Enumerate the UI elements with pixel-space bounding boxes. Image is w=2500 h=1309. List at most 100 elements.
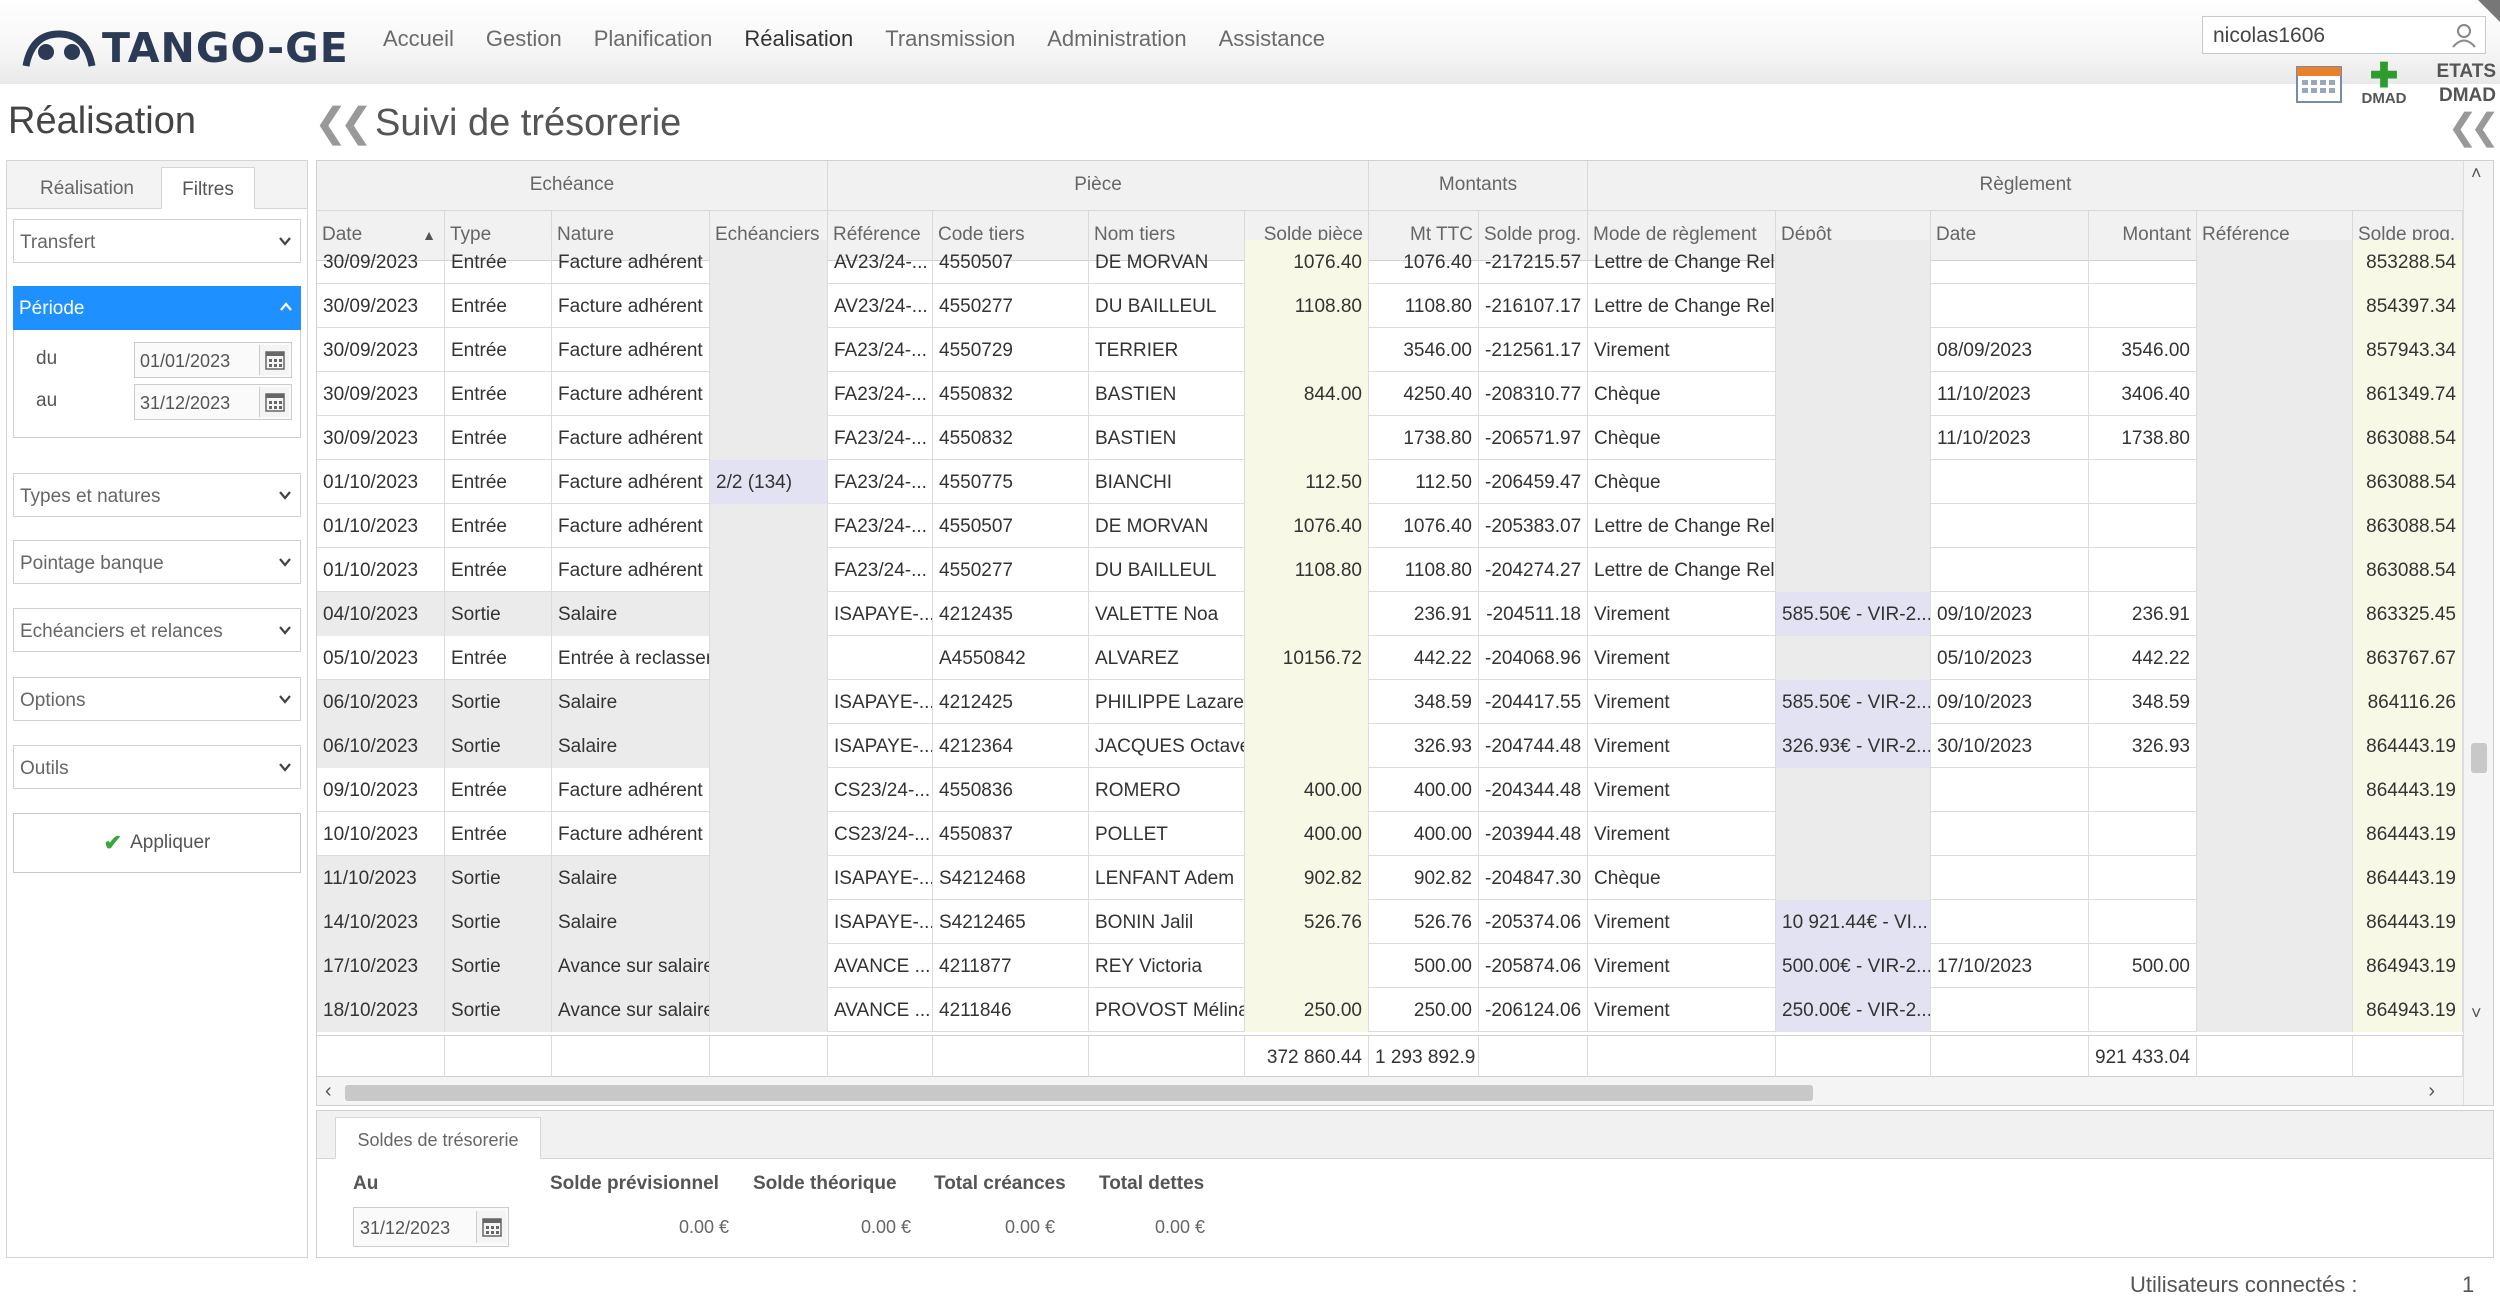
- tab-soldes-tresorerie[interactable]: Soldes de trésorerie: [335, 1117, 541, 1159]
- table-row[interactable]: 05/10/2023 Entrée Entrée à reclasser A45508…: [317, 636, 2463, 680]
- table-row[interactable]: 01/10/2023 Entrée Facture adhérent FA23/24-…: [317, 504, 2463, 548]
- cell-mt-ttc: 326.93: [1369, 724, 1479, 768]
- apply-label: Appliquer: [130, 832, 211, 853]
- menu-transmission[interactable]: Transmission: [885, 26, 1015, 52]
- cell-reference: ISAPAYE-...: [828, 592, 933, 636]
- add-dmad-button[interactable]: ✚ DMAD: [2356, 59, 2412, 107]
- collapse-sidebar-icon[interactable]: ❮❮: [314, 100, 373, 146]
- chevron-down-icon: [279, 695, 291, 704]
- date-from-input[interactable]: 01/01/2023: [134, 342, 292, 378]
- vertical-scrollbar[interactable]: ˄ ˅: [2463, 161, 2493, 1105]
- vertical-scroll-thumb[interactable]: [2471, 743, 2487, 773]
- calendar-picker-icon[interactable]: [476, 1211, 506, 1243]
- cell-reference-reglement: [2197, 944, 2353, 988]
- apply-button[interactable]: ✔ Appliquer: [13, 813, 301, 873]
- total-creances-value: 0.00 €: [1004, 1217, 1055, 1237]
- user-icon[interactable]: [2451, 22, 2477, 48]
- table-row[interactable]: 30/09/2023 Entrée Facture adhérent FA23/24-…: [317, 372, 2463, 416]
- menu-administration[interactable]: Administration: [1047, 26, 1186, 52]
- table-row[interactable]: 30/09/2023 Entrée Facture adhérent AV23/24-…: [317, 284, 2463, 328]
- cell-mt-ttc: 4250.40: [1369, 372, 1479, 416]
- scroll-up-icon[interactable]: ˄: [2471, 163, 2482, 184]
- transfer-select[interactable]: Transfert: [13, 219, 301, 263]
- table-row[interactable]: 30/09/2023 Entrée Facture adhérent FA23/24-…: [317, 328, 2463, 372]
- cell-date: 17/10/2023: [317, 944, 445, 988]
- cell-date-reglement: [1931, 240, 2089, 284]
- table-row[interactable]: 06/10/2023 Sortie Salaire ISAPAYE-... 421236…: [317, 724, 2463, 768]
- group-montants: Montants: [1369, 161, 1588, 211]
- etats-dmad-button[interactable]: ETATS DMAD: [2416, 60, 2496, 108]
- cell-montant: [2089, 504, 2197, 548]
- table-row[interactable]: 14/10/2023 Sortie Salaire ISAPAYE-... S42124…: [317, 900, 2463, 944]
- menu-assistance[interactable]: Assistance: [1219, 26, 1325, 52]
- cell-solde-prog: -206124.06: [1479, 988, 1588, 1032]
- cell-montant: 1738.80: [2089, 416, 2197, 460]
- connected-users-count: 1: [2462, 1272, 2475, 1297]
- menu-accueil[interactable]: Accueil: [383, 26, 454, 52]
- menu-realisation[interactable]: Réalisation: [744, 26, 853, 52]
- horizontal-scrollbar[interactable]: ‹ ›: [317, 1077, 2463, 1105]
- scroll-right-icon[interactable]: ›: [2428, 1080, 2435, 1103]
- collapse-right-icon[interactable]: ❮❮: [2448, 106, 2500, 148]
- cell-depot: [1776, 240, 1931, 284]
- cell-code-tiers: 4212425: [933, 680, 1089, 724]
- horizontal-scroll-thumb[interactable]: [345, 1085, 1813, 1101]
- cell-nature: Facture adhérent: [552, 460, 710, 504]
- app-logo[interactable]: TANGO-GE: [22, 22, 349, 74]
- cell-solde-prog: -204511.18: [1479, 592, 1588, 636]
- au-label: au: [36, 390, 58, 411]
- cell-solde-prog: -204274.27: [1479, 548, 1588, 592]
- cell-reference-reglement: [2197, 416, 2353, 460]
- user-box[interactable]: nicolas1606: [2202, 16, 2486, 54]
- table-row[interactable]: 10/10/2023 Entrée Facture adhérent CS23/24-…: [317, 812, 2463, 856]
- table-row[interactable]: 09/10/2023 Entrée Facture adhérent CS23/24-…: [317, 768, 2463, 812]
- table-row[interactable]: 30/09/2023 Entrée Facture adhérent AV23/24-…: [317, 240, 2463, 284]
- calendar-picker-icon[interactable]: [259, 345, 289, 375]
- section-outils[interactable]: Outils: [13, 745, 301, 789]
- table-row[interactable]: 11/10/2023 Sortie Salaire ISAPAYE-... S42124…: [317, 856, 2463, 900]
- table-row[interactable]: 04/10/2023 Sortie Salaire ISAPAYE-... 421243…: [317, 592, 2463, 636]
- total-reference: [828, 1036, 933, 1078]
- cell-date-reglement: [1931, 548, 2089, 592]
- cell-nom-tiers: TERRIER: [1089, 328, 1245, 372]
- cell-depot: 585.50€ - VIR-2...: [1776, 680, 1931, 724]
- soldes-date-input[interactable]: 31/12/2023: [353, 1207, 509, 1247]
- table-row[interactable]: 01/10/2023 Entrée Facture adhérent FA23/24-…: [317, 548, 2463, 592]
- cell-montant: [2089, 240, 2197, 284]
- table-row[interactable]: 18/10/2023 Sortie Avance sur salaire AVANCE…: [317, 988, 2463, 1032]
- section-echeanciers-relances[interactable]: Echéanciers et relances: [13, 608, 301, 652]
- cell-depot: [1776, 856, 1931, 900]
- calendar-picker-icon[interactable]: [259, 387, 289, 417]
- menu-gestion[interactable]: Gestion: [486, 26, 562, 52]
- scroll-left-icon[interactable]: ‹: [325, 1080, 332, 1103]
- cell-reference: AVANCE ...: [828, 944, 933, 988]
- scroll-down-icon[interactable]: ˅: [2471, 1003, 2482, 1024]
- cell-solde-prog-reglement: 863088.54: [2353, 548, 2463, 592]
- table-row[interactable]: 06/10/2023 Sortie Salaire ISAPAYE-... 421242…: [317, 680, 2463, 724]
- table-row[interactable]: 17/10/2023 Sortie Avance sur salaire AVANCE…: [317, 944, 2463, 988]
- date-to-input[interactable]: 31/12/2023: [134, 384, 292, 420]
- section-label: Types et natures: [20, 486, 161, 507]
- cell-solde-piece: 10156.72: [1245, 636, 1369, 680]
- cell-nature: Salaire: [552, 592, 710, 636]
- cell-mt-ttc: 1108.80: [1369, 284, 1479, 328]
- solde-theorique-value: 0.00 €: [860, 1217, 911, 1237]
- table-row[interactable]: 01/10/2023 Entrée Facture adhérent 2/2 (134…: [317, 460, 2463, 504]
- cell-mt-ttc: 1738.80: [1369, 416, 1479, 460]
- section-pointage-banque[interactable]: Pointage banque: [13, 540, 301, 584]
- solde-theorique-header: Solde théorique: [753, 1173, 897, 1194]
- section-types-natures[interactable]: Types et natures: [13, 473, 301, 517]
- tab-realisation[interactable]: Réalisation: [13, 167, 161, 209]
- section-options[interactable]: Options: [13, 677, 301, 721]
- cell-depot: [1776, 328, 1931, 372]
- calendar-icon[interactable]: [2296, 63, 2342, 108]
- cell-nom-tiers: DE MORVAN: [1089, 240, 1245, 284]
- tab-filtres[interactable]: Filtres: [161, 167, 255, 209]
- cell-date: 06/10/2023: [317, 724, 445, 768]
- cell-mt-ttc: 526.76: [1369, 900, 1479, 944]
- menu-planification[interactable]: Planification: [594, 26, 713, 52]
- cell-solde-piece: 844.00: [1245, 372, 1369, 416]
- periode-header[interactable]: Période: [13, 286, 301, 330]
- cell-montant: [2089, 812, 2197, 856]
- table-row[interactable]: 30/09/2023 Entrée Facture adhérent FA23/24-…: [317, 416, 2463, 460]
